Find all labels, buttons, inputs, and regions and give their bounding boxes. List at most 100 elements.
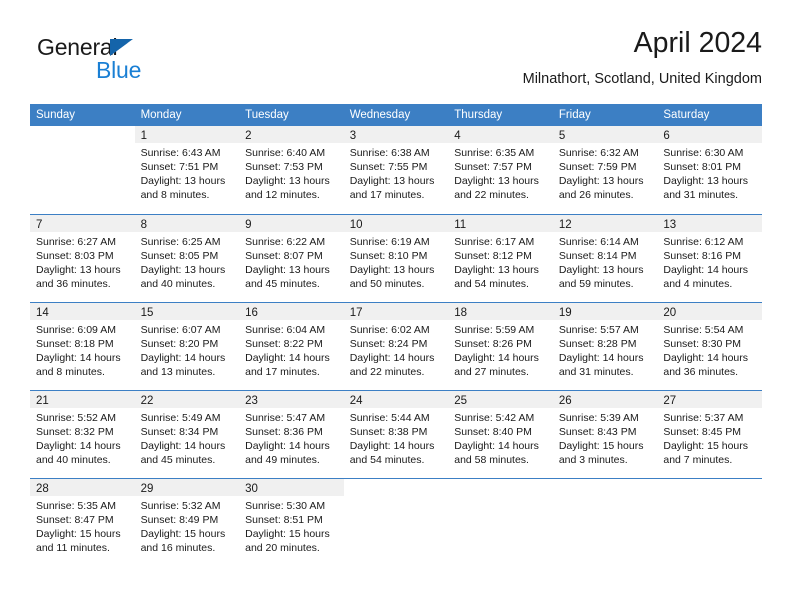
day-cell[interactable]: 27 Sunrise: 5:37 AM Sunset: 8:45 PM Dayligh… <box>657 391 762 478</box>
day-details: Sunrise: 5:42 AM Sunset: 8:40 PM Daylight:… <box>448 408 553 467</box>
day-number-band: 1 <box>134 126 240 143</box>
day-number: 8 <box>140 219 147 231</box>
daylight-text-line2: and 8 minutes. <box>36 366 105 379</box>
day-cell[interactable]: 9 Sunrise: 6:22 AM Sunset: 8:07 PM Daylight… <box>239 215 344 302</box>
day-cell[interactable]: 19 Sunrise: 5:57 AM Sunset: 8:28 PM Dayligh… <box>552 303 658 390</box>
day-details: Sunrise: 6:19 AM Sunset: 8:10 PM Daylight:… <box>344 232 449 291</box>
daylight-text-line1: Daylight: 15 hours <box>36 528 121 541</box>
day-number-band: 23 <box>239 391 344 408</box>
day-cell[interactable]: 15 Sunrise: 6:07 AM Sunset: 8:20 PM Dayligh… <box>134 303 240 390</box>
daylight-text-line2: and 50 minutes. <box>349 278 425 291</box>
daylight-text-line1: Daylight: 14 hours <box>245 440 330 453</box>
day-cell[interactable]: 20 Sunrise: 5:54 AM Sunset: 8:30 PM Dayligh… <box>657 303 762 390</box>
day-cell[interactable]: 24 Sunrise: 5:44 AM Sunset: 8:38 PM Dayligh… <box>343 391 449 478</box>
daylight-text-line1: Daylight: 13 hours <box>140 175 226 188</box>
day-cell[interactable]: 4 Sunrise: 6:35 AM Sunset: 7:57 PM Daylight… <box>448 126 553 214</box>
sunrise-text: Sunrise: 5:57 AM <box>558 324 639 336</box>
day-cell[interactable]: 22 Sunrise: 5:49 AM Sunset: 8:34 PM Dayligh… <box>134 391 240 478</box>
daylight-text-line1: Daylight: 15 hours <box>140 528 226 541</box>
day-details: Sunrise: 5:49 AM Sunset: 8:34 PM Daylight:… <box>135 408 240 467</box>
day-cell[interactable]: 25 Sunrise: 5:42 AM Sunset: 8:40 PM Dayligh… <box>448 391 553 478</box>
sunrise-text: Sunrise: 5:37 AM <box>663 412 744 424</box>
day-number: 15 <box>140 307 154 319</box>
daylight-text-line1: Daylight: 14 hours <box>558 352 644 365</box>
sunrise-text: Sunrise: 6:02 AM <box>349 324 430 336</box>
day-cell[interactable]: 7 Sunrise: 6:27 AM Sunset: 8:03 PM Daylight… <box>30 215 135 302</box>
day-cell[interactable]: 12 Sunrise: 6:14 AM Sunset: 8:14 PM Dayligh… <box>552 215 658 302</box>
day-cell[interactable]: 14 Sunrise: 6:09 AM Sunset: 8:18 PM Dayligh… <box>30 303 135 390</box>
sunset-text: Sunset: 7:51 PM <box>140 161 219 174</box>
sunrise-text: Sunrise: 5:54 AM <box>663 324 744 336</box>
day-cell[interactable]: 8 Sunrise: 6:25 AM Sunset: 8:05 PM Daylight… <box>134 215 240 302</box>
day-cell[interactable]: 3 Sunrise: 6:38 AM Sunset: 7:55 PM Daylight… <box>343 126 449 214</box>
day-number: 5 <box>558 130 566 142</box>
day-cell[interactable]: 13 Sunrise: 6:12 AM Sunset: 8:16 PM Dayligh… <box>657 215 762 302</box>
day-cell[interactable]: 17 Sunrise: 6:02 AM Sunset: 8:24 PM Dayligh… <box>343 303 449 390</box>
sunset-text: Sunset: 8:16 PM <box>663 250 742 263</box>
daylight-text-line2: and 16 minutes. <box>140 542 216 555</box>
daylight-text-line2: and 45 minutes. <box>245 278 320 291</box>
day-number-band: 9 <box>239 215 344 232</box>
day-details: Sunrise: 5:52 AM Sunset: 8:32 PM Daylight:… <box>30 408 135 467</box>
daylight-text-line1: Daylight: 14 hours <box>454 440 539 453</box>
sunrise-text: Sunrise: 5:52 AM <box>36 412 116 424</box>
sunset-text: Sunset: 8:20 PM <box>140 338 219 351</box>
empty-day-cell <box>657 479 762 566</box>
day-details: Sunrise: 5:32 AM Sunset: 8:49 PM Daylight:… <box>135 496 240 555</box>
day-cell[interactable]: 23 Sunrise: 5:47 AM Sunset: 8:36 PM Dayligh… <box>239 391 344 478</box>
day-number-band: 7 <box>30 215 135 232</box>
daylight-text-line2: and 36 minutes. <box>663 366 739 379</box>
sunrise-text: Sunrise: 6:04 AM <box>245 324 326 336</box>
day-cell[interactable]: 18 Sunrise: 5:59 AM Sunset: 8:26 PM Dayligh… <box>448 303 553 390</box>
day-cell[interactable]: 29 Sunrise: 5:32 AM Sunset: 8:49 PM Dayligh… <box>134 479 240 566</box>
empty-day-cell <box>448 479 553 566</box>
day-cell[interactable]: 5 Sunrise: 6:32 AM Sunset: 7:59 PM Daylight… <box>552 126 658 214</box>
sunrise-text: Sunrise: 5:30 AM <box>245 500 326 512</box>
sunset-text: Sunset: 8:49 PM <box>140 514 219 527</box>
day-number-band: 24 <box>343 391 449 408</box>
sunset-text: Sunset: 8:07 PM <box>245 250 323 263</box>
sunset-text: Sunset: 8:10 PM <box>349 250 428 263</box>
sunset-text: Sunset: 8:38 PM <box>349 426 428 439</box>
day-number-band: 5 <box>552 126 658 143</box>
day-number-band: 8 <box>134 215 240 232</box>
day-details: Sunrise: 5:30 AM Sunset: 8:51 PM Daylight:… <box>239 496 344 555</box>
day-details: Sunrise: 6:12 AM Sunset: 8:16 PM Daylight:… <box>657 232 762 291</box>
day-cell[interactable]: 16 Sunrise: 6:04 AM Sunset: 8:22 PM Dayligh… <box>239 303 344 390</box>
day-number: 7 <box>36 219 43 231</box>
sunrise-text: Sunrise: 6:38 AM <box>349 147 430 159</box>
calendar-week-row: 28 Sunrise: 5:35 AM Sunset: 8:47 PM Dayligh… <box>30 478 762 566</box>
sunset-text: Sunset: 8:47 PM <box>36 514 114 527</box>
day-cell[interactable]: 2 Sunrise: 6:40 AM Sunset: 7:53 PM Daylight… <box>239 126 344 214</box>
empty-day-cell <box>30 126 135 214</box>
daylight-text-line1: Daylight: 13 hours <box>349 264 435 277</box>
day-details: Sunrise: 6:14 AM Sunset: 8:14 PM Daylight:… <box>553 232 658 291</box>
sunrise-text: Sunrise: 6:30 AM <box>663 147 744 159</box>
day-details: Sunrise: 5:54 AM Sunset: 8:30 PM Daylight:… <box>657 320 762 379</box>
weekday-header-monday: Monday <box>140 109 182 121</box>
day-cell[interactable]: 30 Sunrise: 5:30 AM Sunset: 8:51 PM Dayligh… <box>239 479 344 566</box>
daylight-text-line2: and 26 minutes. <box>558 189 634 202</box>
day-details: Sunrise: 5:44 AM Sunset: 8:38 PM Daylight:… <box>344 408 449 467</box>
sunset-text: Sunset: 8:28 PM <box>558 338 637 351</box>
generalblue-logo: General Blue <box>37 34 217 90</box>
day-cell[interactable]: 11 Sunrise: 6:17 AM Sunset: 8:12 PM Dayligh… <box>448 215 553 302</box>
day-number: 9 <box>245 219 252 231</box>
day-cell[interactable]: 26 Sunrise: 5:39 AM Sunset: 8:43 PM Dayligh… <box>552 391 658 478</box>
weekday-header-wednesday: Wednesday <box>349 109 411 121</box>
day-number-band: 14 <box>30 303 135 320</box>
daylight-text-line1: Daylight: 15 hours <box>245 528 330 541</box>
daylight-text-line2: and 7 minutes. <box>663 454 733 467</box>
sunrise-text: Sunrise: 5:44 AM <box>349 412 430 424</box>
daylight-text-line1: Daylight: 13 hours <box>349 175 435 188</box>
day-cell[interactable]: 21 Sunrise: 5:52 AM Sunset: 8:32 PM Dayligh… <box>30 391 135 478</box>
day-cell[interactable]: 6 Sunrise: 6:30 AM Sunset: 8:01 PM Daylight… <box>657 126 762 214</box>
sunrise-text: Sunrise: 6:40 AM <box>245 147 326 159</box>
daylight-text-line2: and 3 minutes. <box>558 454 628 467</box>
day-cell[interactable]: 1 Sunrise: 6:43 AM Sunset: 7:51 PM Daylight… <box>134 126 240 214</box>
day-number: 1 <box>140 130 147 142</box>
day-cell[interactable]: 10 Sunrise: 6:19 AM Sunset: 8:10 PM Dayligh… <box>343 215 449 302</box>
day-cell[interactable]: 28 Sunrise: 5:35 AM Sunset: 8:47 PM Dayligh… <box>30 479 135 566</box>
day-number: 28 <box>36 483 49 495</box>
day-number-band: 29 <box>134 479 240 496</box>
